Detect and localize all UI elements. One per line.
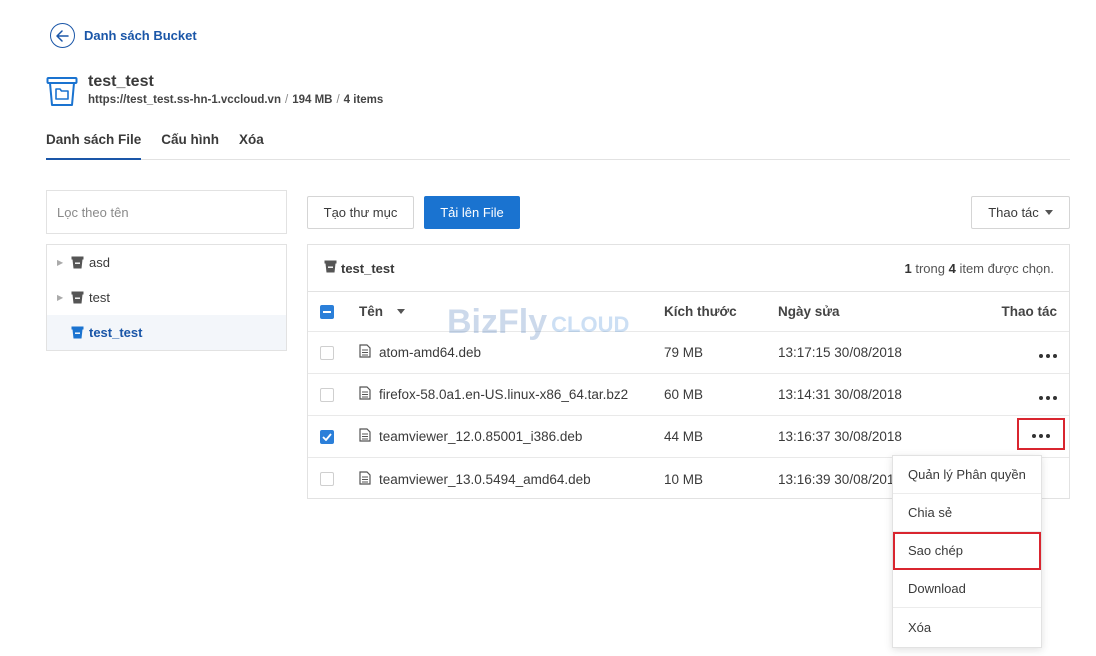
file-name[interactable]: firefox-58.0a1.en-US.linux-x86_64.tar.bz…: [379, 387, 628, 402]
row-checkbox[interactable]: [320, 345, 334, 360]
back-to-bucket-list-link[interactable]: Danh sách Bucket: [50, 23, 197, 48]
menu-item-permissions[interactable]: Quản lý Phân quyền: [893, 456, 1041, 494]
file-size: 60 MB: [664, 387, 704, 402]
selected-count: 1: [904, 260, 912, 276]
tab-config[interactable]: Cấu hình: [161, 132, 219, 160]
caret-right-icon[interactable]: ▶: [57, 293, 65, 302]
file-date: 13:17:15 30/08/2018: [778, 345, 902, 360]
selection-count: 1 trong 4 item được chọn.: [904, 261, 1054, 276]
bucket-large-icon: [46, 76, 78, 113]
total-count: 4: [948, 260, 956, 276]
tab-file-list[interactable]: Danh sách File: [46, 132, 142, 160]
panel-title: test_test: [324, 260, 394, 276]
file-size: 10 MB: [664, 471, 704, 487]
bucket-meta: https://test_test.ss-hn-1.vccloud.vn/194…: [88, 94, 383, 106]
more-actions-icon-highlighted[interactable]: [1017, 418, 1065, 450]
file-date: 13:14:31 30/08/2018: [778, 387, 902, 402]
panel-title-label: test_test: [341, 260, 395, 276]
column-name-header[interactable]: Tên: [359, 292, 406, 331]
file-size: 79 MB: [664, 345, 704, 360]
file-icon: [359, 386, 371, 403]
upload-file-button[interactable]: Tải lên File: [424, 196, 520, 229]
back-label: Danh sách Bucket: [84, 28, 197, 43]
more-actions-icon[interactable]: [1039, 390, 1057, 400]
filter-input[interactable]: [47, 191, 286, 233]
meta-separator: /: [336, 94, 340, 106]
meta-separator: /: [284, 94, 289, 106]
row-checkbox[interactable]: [320, 472, 334, 486]
panel-header: test_test 1 trong 4 item được chọn.: [308, 245, 1069, 292]
more-actions-dots: [1032, 434, 1050, 438]
bucket-tree: ▶ asd ▶ test test_test: [46, 244, 287, 351]
file-icon: [359, 344, 371, 361]
menu-item-delete[interactable]: Xóa: [893, 608, 1041, 646]
column-name-label: Tên: [359, 304, 384, 319]
file-name[interactable]: teamviewer_12.0.85001_i386.deb: [379, 429, 582, 444]
tree-item-test[interactable]: ▶ test: [47, 280, 286, 315]
bucket-icon: [324, 260, 337, 276]
table-row[interactable]: atom-amd64.deb 79 MB 13:17:15 30/08/2018: [308, 332, 1069, 374]
select-all-cell: [320, 292, 334, 331]
row-context-menu: Quản lý Phân quyền Chia sẻ Sao chép Down…: [892, 455, 1042, 648]
filter-box: [46, 190, 287, 234]
select-all-checkbox[interactable]: [320, 304, 334, 319]
tree-item-test-test[interactable]: test_test: [47, 315, 286, 350]
sort-desc-icon: [397, 309, 406, 314]
table-header: Tên Kích thước Ngày sửa Thao tác: [308, 292, 1069, 332]
table-row[interactable]: firefox-58.0a1.en-US.linux-x86_64.tar.bz…: [308, 374, 1069, 416]
count-suffix: item được chọn.: [959, 260, 1054, 276]
bucket-icon: [71, 291, 84, 304]
file-size: 44 MB: [664, 429, 704, 444]
file-name[interactable]: teamviewer_13.0.5494_amd64.deb: [379, 472, 591, 487]
menu-item-share[interactable]: Chia sẻ: [893, 494, 1041, 532]
caret-right-icon[interactable]: ▶: [57, 258, 65, 267]
new-folder-button[interactable]: Tạo thư mục: [307, 196, 414, 229]
file-date: 13:16:37 30/08/2018: [778, 429, 902, 444]
row-checkbox[interactable]: [320, 387, 334, 402]
bucket-icon: [71, 256, 84, 269]
menu-item-copy[interactable]: Sao chép: [893, 532, 1041, 570]
menu-item-download[interactable]: Download: [893, 570, 1041, 608]
row-checkbox-checked[interactable]: [320, 429, 334, 444]
bucket-url: https://test_test.ss-hn-1.vccloud.vn: [88, 94, 281, 106]
tree-item-asd[interactable]: ▶ asd: [47, 245, 286, 280]
actions-dropdown-label: Thao tác: [988, 205, 1039, 220]
arrow-left-icon: [50, 23, 75, 48]
file-icon: [359, 428, 371, 445]
tab-bar: Danh sách File Cấu hình Xóa: [46, 132, 1070, 160]
column-date-header: Ngày sửa: [778, 304, 840, 319]
bucket-icon: [71, 326, 84, 339]
table-row[interactable]: teamviewer_12.0.85001_i386.deb 44 MB 13:…: [308, 416, 1069, 458]
count-mid: trong: [915, 260, 945, 276]
tab-delete[interactable]: Xóa: [239, 132, 264, 160]
column-size-header: Kích thước: [664, 304, 737, 319]
caret-down-icon: [1044, 210, 1053, 215]
file-icon: [359, 470, 371, 488]
file-date: 13:16:39 30/08/2018: [778, 471, 902, 487]
file-name[interactable]: atom-amd64.deb: [379, 345, 481, 360]
more-actions-icon[interactable]: [1039, 348, 1057, 358]
bucket-title: test_test: [88, 73, 154, 90]
bucket-item-count: 4 items: [343, 94, 384, 106]
actions-dropdown-button[interactable]: Thao tác: [971, 196, 1070, 229]
tree-item-label: test: [89, 290, 110, 305]
tree-item-label: asd: [89, 255, 110, 270]
tree-item-label: test_test: [89, 325, 143, 340]
column-actions-header: Thao tác: [1001, 304, 1057, 319]
bucket-size: 194 MB: [292, 94, 333, 106]
